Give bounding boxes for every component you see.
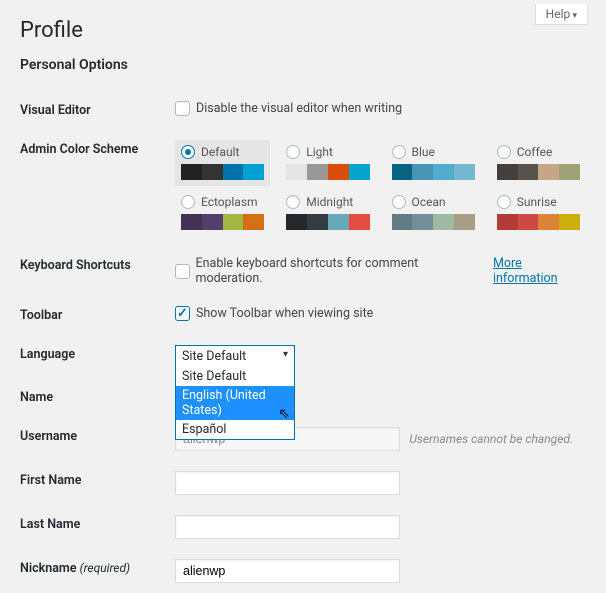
personal-options-heading: Personal Options <box>20 57 586 73</box>
nickname-label: Nickname (required) <box>20 549 175 593</box>
color-scheme-blue[interactable]: Blue <box>386 140 481 186</box>
name-heading: Name <box>20 378 586 417</box>
swatch <box>243 214 264 230</box>
first-name-label: First Name <box>20 461 175 505</box>
color-scheme-radio[interactable] <box>497 145 511 159</box>
swatch <box>202 214 223 230</box>
color-scheme-name: Coffee <box>517 145 553 159</box>
color-scheme-light[interactable]: Light <box>280 140 375 186</box>
username-label: Username <box>20 417 175 461</box>
toolbar-text: Show Toolbar when viewing site <box>196 306 373 321</box>
swatch <box>412 214 433 230</box>
color-scheme-radio[interactable] <box>392 145 406 159</box>
color-scheme-coffee[interactable]: Coffee <box>491 140 586 186</box>
color-scheme-name: Blue <box>412 145 435 159</box>
swatch <box>392 164 413 180</box>
color-scheme-radio[interactable] <box>286 195 300 209</box>
help-tab[interactable]: Help <box>535 4 588 25</box>
swatch <box>412 164 433 180</box>
swatch <box>286 214 307 230</box>
color-scheme-radio[interactable] <box>392 195 406 209</box>
swatch <box>307 214 328 230</box>
swatch <box>328 164 349 180</box>
keyboard-more-info-link[interactable]: More information <box>493 256 586 286</box>
visual-editor-text: Disable the visual editor when writing <box>196 101 402 116</box>
swatch <box>433 164 454 180</box>
color-scheme-radio[interactable] <box>497 195 511 209</box>
swatch <box>454 214 475 230</box>
visual-editor-label: Visual Editor <box>20 91 175 130</box>
color-scheme-name: Default <box>201 145 239 159</box>
nickname-input[interactable] <box>175 559 400 583</box>
last-name-label: Last Name <box>20 505 175 549</box>
color-scheme-name: Light <box>306 145 333 159</box>
keyboard-shortcuts-toggle[interactable]: Enable keyboard shortcuts for comment mo… <box>175 256 586 286</box>
swatch <box>349 214 370 230</box>
swatch <box>181 214 202 230</box>
color-scheme-name: Ocean <box>412 195 446 209</box>
first-name-input[interactable] <box>175 471 400 495</box>
language-dropdown[interactable]: Site Default English (United States) ⇖ E… <box>175 367 295 440</box>
swatch <box>518 214 539 230</box>
color-scheme-radio[interactable] <box>181 145 195 159</box>
swatch <box>181 164 202 180</box>
swatch <box>518 164 539 180</box>
keyboard-shortcuts-checkbox[interactable] <box>175 264 190 279</box>
color-scheme-radio[interactable] <box>286 145 300 159</box>
toolbar-checkbox[interactable] <box>175 306 190 321</box>
language-option-espanol[interactable]: Español <box>176 420 294 439</box>
swatch <box>538 164 559 180</box>
swatch <box>223 214 244 230</box>
swatch <box>307 164 328 180</box>
language-select[interactable]: Site Default <box>175 345 295 368</box>
toolbar-label: Toolbar <box>20 296 175 335</box>
swatch <box>538 214 559 230</box>
color-scheme-ocean[interactable]: Ocean <box>386 190 481 236</box>
visual-editor-toggle[interactable]: Disable the visual editor when writing <box>175 101 586 116</box>
page-title: Profile <box>20 18 586 43</box>
visual-editor-checkbox[interactable] <box>175 101 190 116</box>
swatch <box>349 164 370 180</box>
color-scheme-name: Ectoplasm <box>201 195 258 209</box>
last-name-input[interactable] <box>175 515 400 539</box>
language-option-english-us[interactable]: English (United States) ⇖ <box>176 386 294 420</box>
swatch <box>454 164 475 180</box>
color-scheme-label: Admin Color Scheme <box>20 130 175 246</box>
language-option-site-default[interactable]: Site Default <box>176 367 294 386</box>
swatch <box>433 214 454 230</box>
color-scheme-midnight[interactable]: Midnight <box>280 190 375 236</box>
toolbar-toggle[interactable]: Show Toolbar when viewing site <box>175 306 586 321</box>
language-label: Language <box>20 335 175 378</box>
swatch <box>497 214 518 230</box>
username-note: Usernames cannot be changed. <box>409 432 573 446</box>
swatch <box>559 214 580 230</box>
color-scheme-sunrise[interactable]: Sunrise <box>491 190 586 236</box>
color-scheme-radio[interactable] <box>181 195 195 209</box>
color-scheme-ectoplasm[interactable]: Ectoplasm <box>175 190 270 236</box>
swatch <box>202 164 223 180</box>
swatch <box>328 214 349 230</box>
color-scheme-default[interactable]: Default <box>175 140 270 186</box>
swatch <box>497 164 518 180</box>
swatch <box>286 164 307 180</box>
keyboard-shortcuts-label: Keyboard Shortcuts <box>20 246 175 296</box>
swatch <box>223 164 244 180</box>
color-scheme-name: Sunrise <box>517 195 557 209</box>
swatch <box>559 164 580 180</box>
keyboard-shortcuts-text: Enable keyboard shortcuts for comment mo… <box>196 256 478 286</box>
swatch <box>392 214 413 230</box>
swatch <box>243 164 264 180</box>
color-scheme-name: Midnight <box>306 195 353 209</box>
